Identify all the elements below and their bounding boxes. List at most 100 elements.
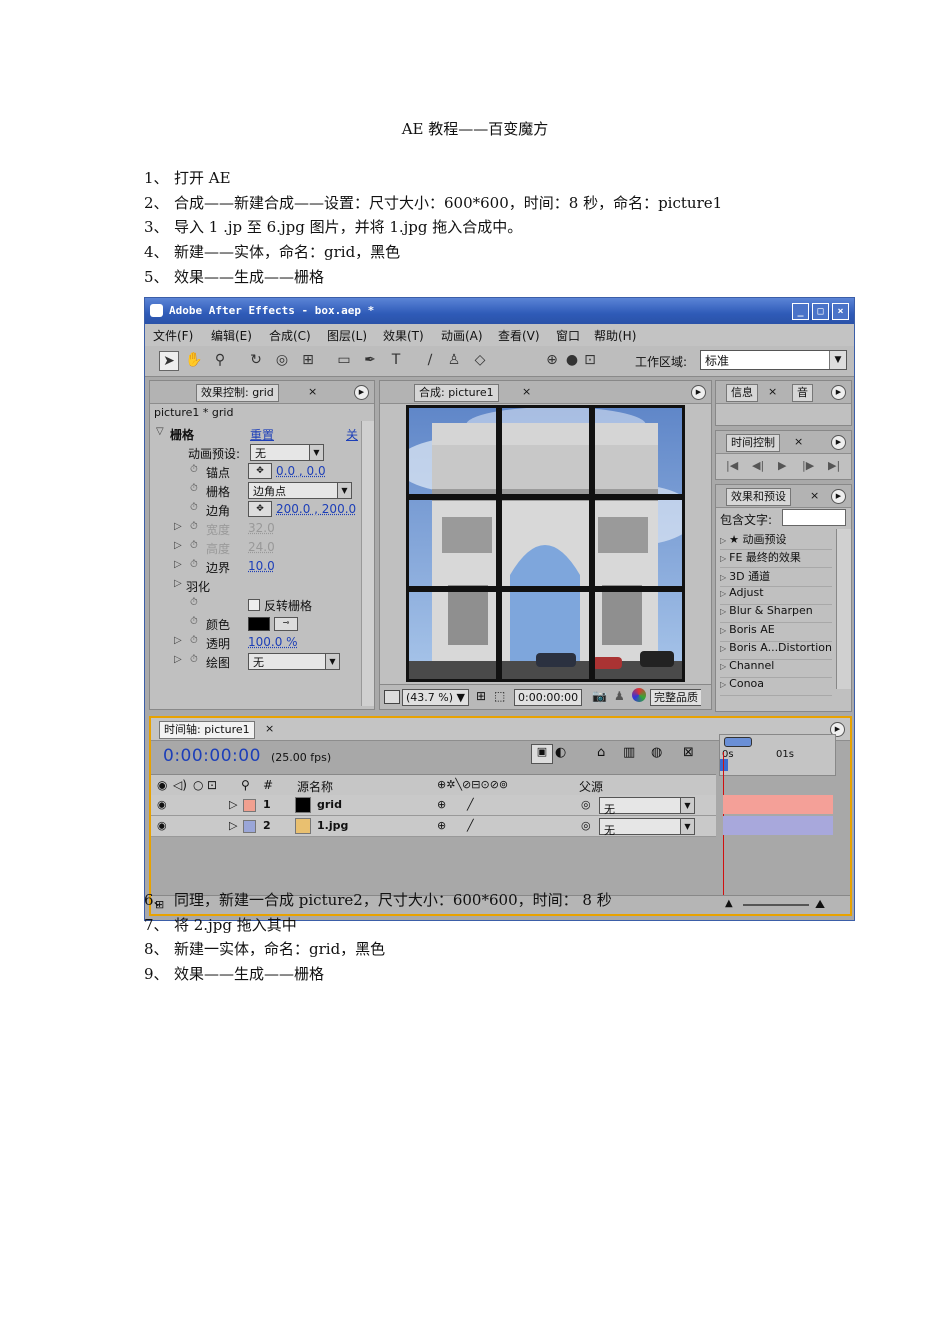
expand-arrow-icon[interactable]: ▷ <box>720 589 726 598</box>
playhead-icon[interactable] <box>720 759 728 771</box>
expand-arrow-icon[interactable]: ▷ <box>174 635 182 646</box>
orbit-camera-icon[interactable]: ◎ <box>273 351 291 369</box>
effect-property-row[interactable]: ▷ ⏱ 绘图无 ▼ <box>150 652 358 671</box>
local-axis-icon[interactable]: ⊕ <box>543 351 561 369</box>
quality-dropdown[interactable]: 完整品质 <box>650 689 701 706</box>
menu-composition[interactable]: 合成(C) <box>269 327 311 344</box>
zoom-dropdown[interactable]: (43.7 %) ▼ <box>402 689 469 706</box>
tab-time-controls[interactable]: 时间控制 <box>726 434 780 452</box>
selection-tool-icon[interactable]: ➤ <box>159 351 179 371</box>
expand-arrow-icon[interactable]: ▽ <box>156 426 164 437</box>
work-area-bar[interactable] <box>724 737 752 747</box>
eyedropper-icon[interactable]: ⊸ <box>274 617 298 631</box>
stopwatch-icon[interactable]: ⏱ <box>190 502 198 513</box>
hand-tool-icon[interactable]: ✋ <box>185 351 203 369</box>
effect-property-row[interactable]: ▷ 羽化 <box>150 576 358 595</box>
previous-frame-icon[interactable]: ◀| <box>752 459 764 472</box>
layer-duration-bar[interactable] <box>723 816 833 835</box>
eye-icon[interactable]: ◉ <box>157 798 167 811</box>
property-value[interactable]: 0.0 , 0.0 <box>276 464 326 478</box>
pen-tool-icon[interactable]: ✒ <box>361 351 379 369</box>
clone-stamp-icon[interactable]: ♙ <box>445 351 463 369</box>
label-color-swatch[interactable] <box>243 820 256 833</box>
tab-audio[interactable]: 音 <box>792 384 813 402</box>
panel-menu-icon[interactable]: ▶ <box>831 435 846 450</box>
expand-arrow-icon[interactable]: ▷ <box>720 626 726 635</box>
last-frame-icon[interactable]: ▶| <box>828 459 840 472</box>
effect-property-row[interactable]: ▷ ⏱ 高度 24.0 <box>150 538 358 557</box>
always-preview-icon[interactable] <box>384 690 400 704</box>
expand-arrow-icon[interactable]: ▷ <box>229 819 237 832</box>
effect-property-row[interactable]: ⏱ 颜色 ⊸ <box>150 614 358 633</box>
play-icon[interactable]: ▶ <box>778 459 786 472</box>
draft-3d-icon[interactable]: ⌂ <box>597 745 605 760</box>
pan-behind-icon[interactable]: ⊞ <box>299 351 317 369</box>
workspace-select[interactable]: 标准 ▼ <box>700 350 847 370</box>
stopwatch-icon[interactable]: ⏱ <box>190 559 198 570</box>
effect-header-row[interactable]: ▽ 栅格 重置 关 <box>150 424 358 443</box>
effect-property-row[interactable]: ▷ ⏱ 透明 100.0 % <box>150 633 358 652</box>
layer-row[interactable]: ◉ ▷ 1 grid ⊕ ╱ ◎ 无 ▼ <box>151 795 716 816</box>
effects-list-item[interactable]: ▷ 3D 通道 <box>720 568 832 587</box>
graph-editor-icon[interactable]: ⊠ <box>683 745 694 760</box>
effect-property-row[interactable]: ⏱ 栅格 边角点 ▼ <box>150 481 358 500</box>
expand-arrow-icon[interactable]: ▷ <box>174 654 182 665</box>
menu-help[interactable]: 帮助(H) <box>594 327 636 344</box>
layer-name[interactable]: 1.jpg <box>317 819 348 832</box>
property-value[interactable]: 200.0 , 200.0 <box>276 502 356 516</box>
shy-switch-icon[interactable]: ⊕ <box>437 798 446 811</box>
reset-link[interactable]: 重置 <box>250 426 274 443</box>
expand-arrow-icon[interactable]: ▷ <box>720 536 726 545</box>
property-value[interactable]: 24.0 <box>248 540 275 554</box>
expand-arrow-icon[interactable]: ▷ <box>174 521 182 532</box>
pickwhip-icon[interactable]: ◎ <box>581 819 591 832</box>
expand-arrow-icon[interactable]: ▷ <box>720 680 726 689</box>
snapshot-icon[interactable]: 📷 <box>592 689 607 703</box>
view-axis-icon[interactable]: ⊡ <box>581 351 599 369</box>
effect-property-row[interactable]: ▷ ⏱ 宽度 32.0 <box>150 519 358 538</box>
col-source-name[interactable]: 源名称 <box>297 778 333 795</box>
expand-arrow-icon[interactable]: ▷ <box>229 798 237 811</box>
effects-list-item[interactable]: ▷ Channel <box>720 659 832 679</box>
zoom-in-icon[interactable]: ⛰ <box>815 897 825 912</box>
label-color-swatch[interactable] <box>243 799 256 812</box>
menu-effect[interactable]: 效果(T) <box>383 327 424 344</box>
stopwatch-icon[interactable]: ⏱ <box>190 521 198 532</box>
preset-dropdown[interactable]: 无 ▼ <box>250 444 324 461</box>
next-frame-icon[interactable]: |▶ <box>802 459 814 472</box>
shy-switch-icon[interactable]: ⊕ <box>437 819 446 832</box>
eye-icon[interactable]: ◉ <box>157 819 167 832</box>
rotate-tool-icon[interactable]: ↻ <box>247 351 265 369</box>
safe-zones-icon[interactable]: ⊞ <box>476 689 486 703</box>
maximize-button[interactable]: □ <box>812 303 829 320</box>
mask-view-icon[interactable]: ⬚ <box>494 689 505 703</box>
comp-marker-icon[interactable]: ▣ <box>531 744 553 764</box>
stopwatch-icon[interactable]: ⏱ <box>190 483 198 494</box>
panel-menu-icon[interactable]: ▶ <box>831 489 846 504</box>
crosshair-icon[interactable]: ✥ <box>248 501 272 517</box>
tab-timeline[interactable]: 时间轴: picture1 <box>159 721 255 739</box>
property-value[interactable]: 32.0 <box>248 521 275 535</box>
menu-view[interactable]: 查看(V) <box>498 327 540 344</box>
expand-arrow-icon[interactable]: ▷ <box>174 559 182 570</box>
motion-blur-icon[interactable]: ◍ <box>651 745 662 760</box>
minimize-button[interactable]: _ <box>792 303 809 320</box>
menu-window[interactable]: 窗口 <box>556 327 580 344</box>
panel-menu-icon[interactable]: ▶ <box>831 385 846 400</box>
contains-search-input[interactable] <box>782 509 846 526</box>
property-value[interactable]: 100.0 % <box>248 635 298 649</box>
frame-blending-icon[interactable]: ▥ <box>623 745 635 760</box>
menu-file[interactable]: 文件(F) <box>153 327 193 344</box>
color-swatch[interactable] <box>248 617 270 631</box>
crosshair-icon[interactable]: ✥ <box>248 463 272 479</box>
timeline-current-time[interactable]: 0:00:00:00 <box>163 746 261 766</box>
stopwatch-icon[interactable]: ⏱ <box>190 540 198 551</box>
rgb-channels-icon[interactable] <box>632 688 646 702</box>
pickwhip-icon[interactable]: ◎ <box>581 798 591 811</box>
effect-property-row[interactable]: ▷ ⏱ 边界 10.0 <box>150 557 358 576</box>
expand-arrow-icon[interactable]: ▷ <box>720 607 726 616</box>
close-tab-icon[interactable]: × <box>522 385 531 398</box>
expand-arrow-icon[interactable]: ▷ <box>720 662 726 671</box>
property-dropdown[interactable]: 无 ▼ <box>248 653 340 670</box>
menu-animation[interactable]: 动画(A) <box>441 327 483 344</box>
